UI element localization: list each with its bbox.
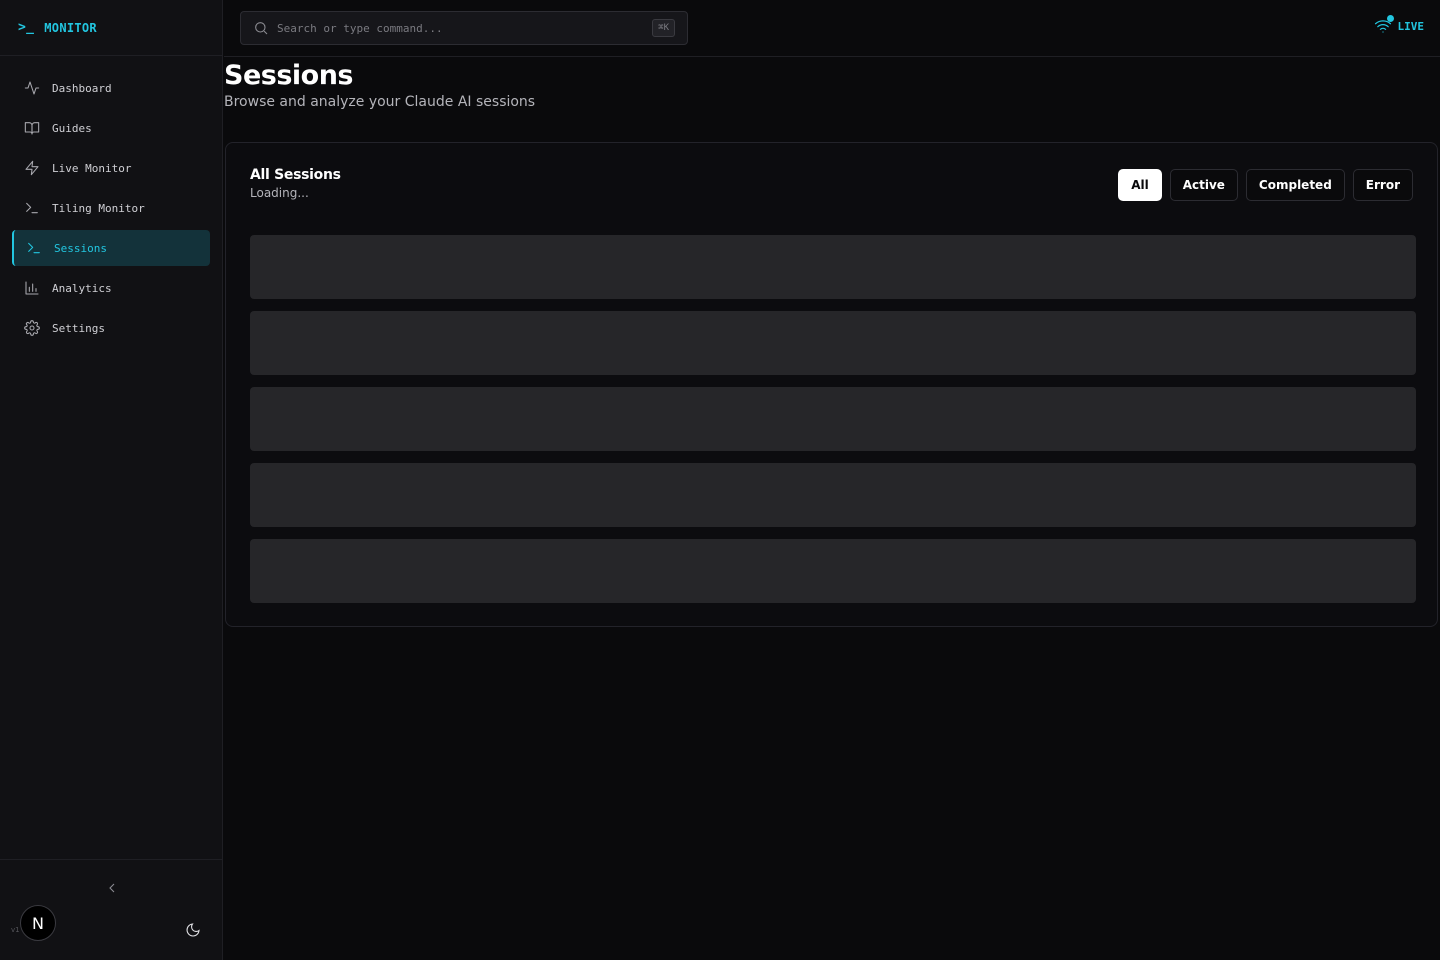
skeleton-row bbox=[250, 539, 1416, 603]
skeleton-row bbox=[250, 311, 1416, 375]
sidebar-footer: v1 N bbox=[0, 859, 222, 960]
terminal-icon bbox=[28, 242, 40, 254]
skeleton-row bbox=[250, 463, 1416, 527]
sidebar-item-guides[interactable]: Guides bbox=[12, 110, 210, 146]
topbar: ⌘K LIVE bbox=[224, 0, 1440, 57]
sidebar-nav: Dashboard Guides Live Monitor Tiling Mon… bbox=[0, 56, 222, 346]
brand-logo[interactable]: >_ MONITOR bbox=[0, 0, 222, 56]
sidebar-item-label: Guides bbox=[52, 121, 92, 135]
brand-name: MONITOR bbox=[44, 20, 97, 35]
live-label: LIVE bbox=[1397, 19, 1425, 33]
filter-active-button[interactable]: Active bbox=[1169, 169, 1238, 201]
sidebar-item-label: Analytics bbox=[52, 281, 112, 295]
sidebar-item-label: Live Monitor bbox=[52, 161, 132, 175]
sessions-card: All Sessions Loading... All Active Compl… bbox=[225, 142, 1438, 627]
sidebar-item-label: Tiling Monitor bbox=[52, 201, 145, 215]
page-subtitle: Browse and analyze your Claude AI sessio… bbox=[224, 94, 536, 110]
page-title: Sessions bbox=[224, 60, 354, 91]
sidebar: >_ MONITOR Dashboard Guides Live Monitor… bbox=[0, 0, 223, 960]
gear-icon bbox=[24, 320, 40, 336]
card-title: All Sessions bbox=[250, 167, 341, 183]
sidebar-item-label: Sessions bbox=[54, 241, 107, 255]
sidebar-item-live-monitor[interactable]: Live Monitor bbox=[12, 150, 210, 186]
live-dot-icon bbox=[1386, 15, 1394, 22]
sidebar-item-settings[interactable]: Settings bbox=[12, 310, 210, 346]
avatar[interactable]: N bbox=[20, 905, 56, 941]
filter-all-button[interactable]: All bbox=[1118, 169, 1162, 201]
loading-status: Loading... bbox=[250, 186, 309, 200]
version-label: v1 bbox=[11, 926, 20, 934]
zap-icon bbox=[25, 160, 39, 176]
wifi-icon bbox=[1374, 15, 1394, 34]
filter-completed-button[interactable]: Completed bbox=[1245, 169, 1345, 201]
search-shortcut-badge: ⌘K bbox=[652, 19, 675, 37]
sidebar-item-label: Dashboard bbox=[52, 81, 112, 95]
search-box[interactable]: ⌘K bbox=[240, 11, 688, 45]
book-open-icon bbox=[24, 122, 40, 135]
search-icon bbox=[255, 22, 268, 35]
theme-toggle-button[interactable] bbox=[185, 922, 201, 938]
skeleton-row bbox=[250, 235, 1416, 299]
terminal-icon bbox=[26, 202, 38, 214]
sidebar-item-dashboard[interactable]: Dashboard bbox=[12, 70, 210, 106]
sidebar-item-sessions[interactable]: Sessions bbox=[12, 230, 210, 266]
sidebar-item-analytics[interactable]: Analytics bbox=[12, 270, 210, 306]
status-filters: All Active Completed Error bbox=[1118, 169, 1413, 201]
filter-error-button[interactable]: Error bbox=[1352, 169, 1413, 201]
terminal-prompt-icon: >_ bbox=[18, 20, 35, 35]
skeleton-row bbox=[250, 387, 1416, 451]
sidebar-item-tiling-monitor[interactable]: Tiling Monitor bbox=[12, 190, 210, 226]
activity-icon bbox=[24, 81, 40, 95]
search-input[interactable] bbox=[277, 21, 617, 35]
live-status-indicator[interactable]: LIVE bbox=[1374, 15, 1425, 34]
collapse-sidebar-button[interactable] bbox=[104, 880, 120, 896]
sidebar-item-label: Settings bbox=[52, 321, 105, 335]
chevron-left-icon bbox=[109, 883, 115, 893]
moon-icon bbox=[186, 923, 200, 937]
session-list-skeleton bbox=[250, 235, 1416, 615]
page-header: Sessions Browse and analyze your Claude … bbox=[224, 60, 535, 110]
bar-chart-icon bbox=[25, 281, 39, 295]
